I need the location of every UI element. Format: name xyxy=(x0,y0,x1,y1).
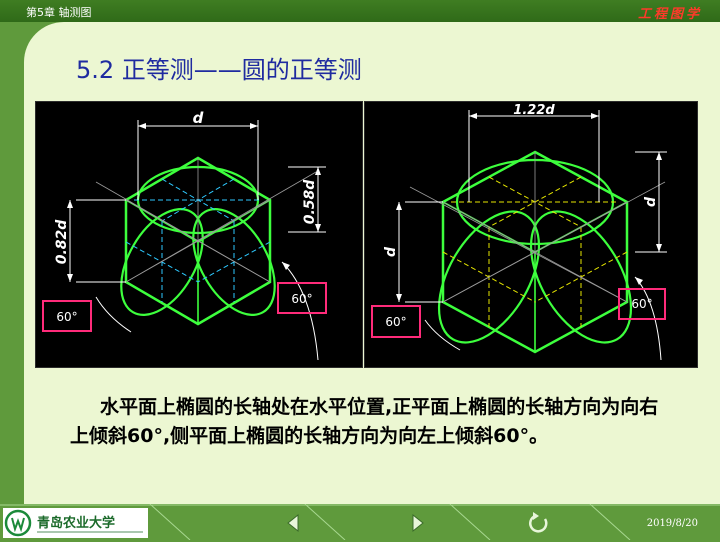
dimension-right-label: d xyxy=(643,196,659,207)
angle-label-right: 60° xyxy=(631,297,652,311)
chapter-label: 第5章 轴测图 xyxy=(26,6,92,19)
slide-title: 5.2 正等测——圆的正等测 xyxy=(76,56,362,84)
dimension-top-label: d xyxy=(193,109,204,127)
prev-arrow-icon xyxy=(287,513,299,533)
isometric-cube-diagram-right: 1.22d d d 60° 60° xyxy=(371,103,667,361)
angle-label-right: 60° xyxy=(291,292,312,306)
course-title: 工程图学 xyxy=(637,7,702,22)
dimension-left-label: 0.82d xyxy=(54,219,70,265)
angle-label-left: 60° xyxy=(56,310,77,324)
figure-right-panel: 1.22d d d 60° 60° xyxy=(364,101,698,368)
angle-label-left: 60° xyxy=(385,315,406,329)
logo-text: 青岛农业大学 xyxy=(37,515,115,531)
return-button[interactable] xyxy=(527,511,551,535)
slide-caption: 水平面上椭圆的长轴处在水平位置,正平面上椭圆的长轴方向为向右上倾斜60°,侧平面… xyxy=(70,396,659,447)
dimension-top-label: 1.22d xyxy=(513,103,555,118)
next-arrow-icon xyxy=(412,513,424,533)
next-slide-button[interactable] xyxy=(405,511,429,535)
university-logo: 青岛农业大学 xyxy=(3,508,148,538)
dimension-left-label: d xyxy=(383,246,399,257)
top-bar xyxy=(0,0,720,22)
figure-left-panel: d 0.58d 0.82d 60° 60° xyxy=(35,101,363,368)
isometric-cube-diagram-left: d 0.58d 0.82d 60° 60° xyxy=(42,109,327,361)
slide-date: 2019/8/20 xyxy=(646,518,698,529)
dimension-right-label: 0.58d xyxy=(302,179,318,225)
prev-slide-button[interactable] xyxy=(282,511,306,535)
return-icon xyxy=(529,512,548,533)
